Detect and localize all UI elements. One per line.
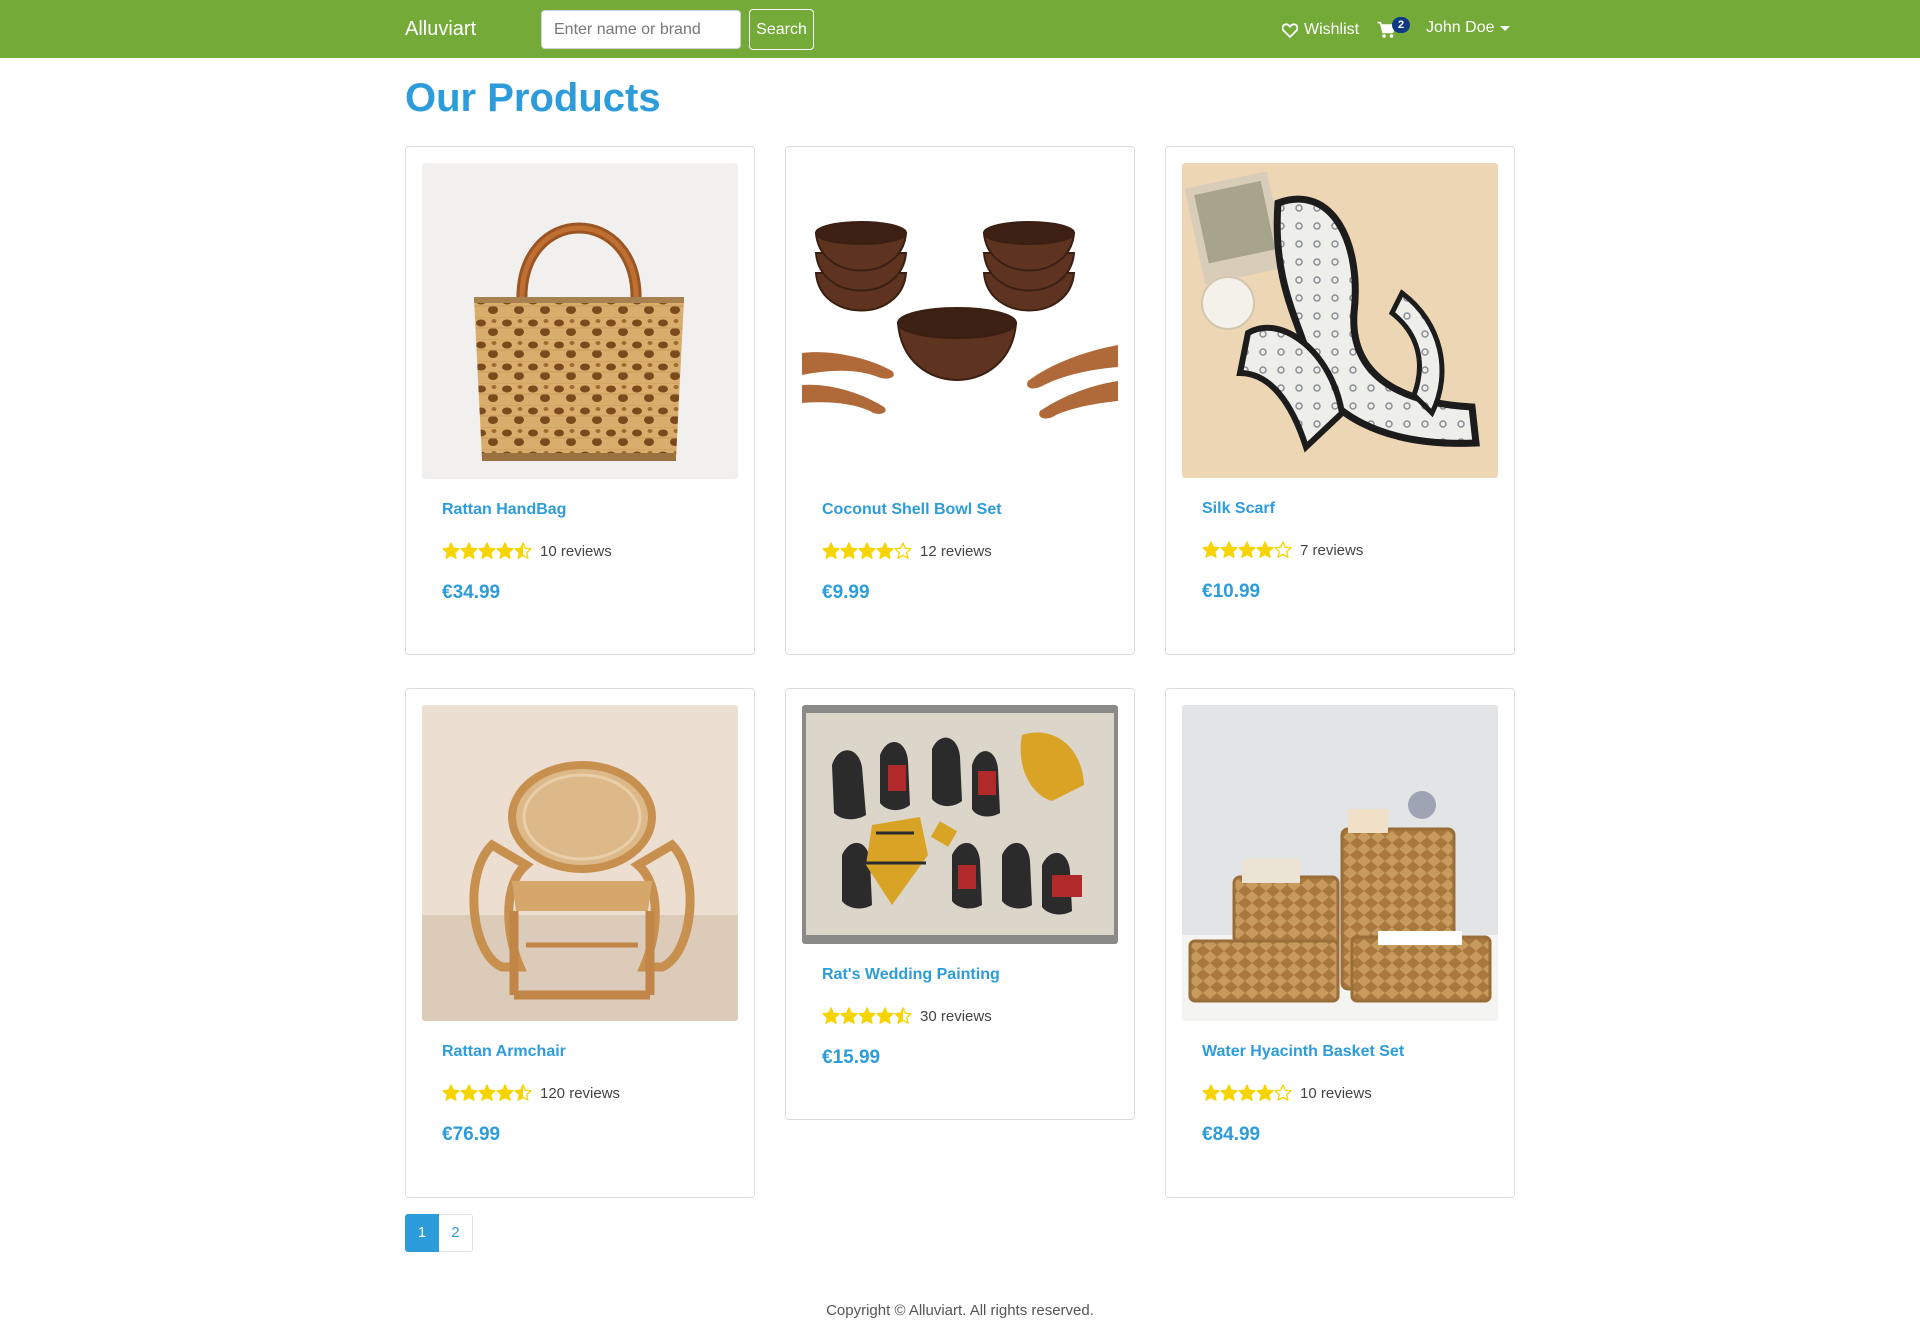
- rating-stars: [822, 1007, 912, 1025]
- product-price: €15.99: [822, 1047, 881, 1068]
- star-icon: [478, 542, 496, 559]
- star-icon: [840, 542, 858, 559]
- product-price: €76.99: [442, 1124, 501, 1145]
- page-link-2[interactable]: 2: [439, 1214, 473, 1252]
- product-price: €10.99: [1202, 581, 1261, 602]
- star-icon: [840, 1007, 858, 1024]
- star-icon: [858, 542, 876, 559]
- wishlist-label: Wishlist: [1304, 21, 1360, 38]
- product-card[interactable]: Rat's Wedding Painting 30 reviews €15.99: [785, 688, 1135, 1120]
- review-count: 12 reviews: [920, 542, 992, 560]
- footer-copyright: Copyright © Alluviart. All rights reserv…: [826, 1302, 1094, 1319]
- star-icon: [1274, 1084, 1292, 1101]
- search-button[interactable]: Search: [749, 9, 814, 50]
- heart-icon: [1282, 22, 1298, 38]
- star-icon: [1256, 1084, 1274, 1101]
- review-count: 30 reviews: [920, 1007, 992, 1025]
- star-icon: [460, 542, 478, 559]
- rating-stars: [442, 1084, 532, 1102]
- review-count: 10 reviews: [1300, 1084, 1372, 1102]
- product-card[interactable]: Silk Scarf 7 reviews €10.99: [1165, 146, 1515, 655]
- star-icon: [496, 1084, 514, 1101]
- star-icon: [894, 1007, 912, 1024]
- review-count: 10 reviews: [540, 542, 612, 560]
- product-name[interactable]: Rattan Armchair: [442, 1043, 566, 1061]
- star-icon: [496, 542, 514, 559]
- product-rating: 10 reviews: [442, 541, 612, 561]
- user-name: John Doe: [1426, 19, 1495, 36]
- product-card[interactable]: Rattan Armchair 120 reviews €76.99: [405, 688, 755, 1198]
- rating-stars: [1202, 541, 1292, 559]
- product-image[interactable]: [1182, 705, 1498, 1021]
- rating-stars: [1202, 1084, 1292, 1102]
- product-name[interactable]: Rat's Wedding Painting: [822, 966, 1000, 984]
- brand-logo[interactable]: Alluviart: [405, 18, 476, 41]
- star-icon: [460, 1084, 478, 1101]
- product-image[interactable]: [802, 705, 1118, 944]
- product-image[interactable]: [422, 163, 738, 479]
- product-rating: 30 reviews: [822, 1006, 992, 1026]
- product-rating: 12 reviews: [822, 541, 992, 561]
- product-card[interactable]: Rattan HandBag 10 reviews €34.99: [405, 146, 755, 655]
- star-icon: [1220, 1084, 1238, 1101]
- product-rating: 120 reviews: [442, 1083, 620, 1103]
- star-icon: [1202, 541, 1220, 558]
- star-icon: [1220, 541, 1238, 558]
- product-image[interactable]: [1182, 163, 1498, 478]
- star-icon: [1238, 541, 1256, 558]
- product-image[interactable]: [422, 705, 738, 1021]
- product-name[interactable]: Rattan HandBag: [442, 501, 566, 519]
- star-icon: [478, 1084, 496, 1101]
- cart-button[interactable]: 2: [1377, 17, 1413, 42]
- product-name[interactable]: Coconut Shell Bowl Set: [822, 501, 1002, 519]
- product-name[interactable]: Silk Scarf: [1202, 500, 1275, 518]
- star-icon: [822, 1007, 840, 1024]
- page-title: Our Products: [405, 76, 661, 120]
- product-price: €9.99: [822, 582, 870, 603]
- product-image[interactable]: [802, 163, 1118, 479]
- rating-stars: [822, 542, 912, 560]
- star-icon: [514, 542, 532, 559]
- search-input[interactable]: [541, 10, 741, 49]
- review-count: 7 reviews: [1300, 541, 1364, 559]
- star-icon: [442, 1084, 460, 1101]
- navbar: Alluviart Search Wishlist 2 John Doe: [0, 0, 1920, 58]
- star-icon: [442, 542, 460, 559]
- product-rating: 10 reviews: [1202, 1083, 1372, 1103]
- pagination: 1 2: [405, 1214, 473, 1252]
- product-card[interactable]: Water Hyacinth Basket Set 10 reviews €84…: [1165, 688, 1515, 1198]
- star-icon: [876, 542, 894, 559]
- star-icon: [894, 542, 912, 559]
- star-icon: [1256, 541, 1274, 558]
- review-count: 120 reviews: [540, 1084, 621, 1102]
- product-price: €34.99: [442, 582, 501, 603]
- product-rating: 7 reviews: [1202, 540, 1363, 560]
- star-icon: [1202, 1084, 1220, 1101]
- rating-stars: [442, 542, 532, 560]
- star-icon: [1274, 541, 1292, 558]
- product-price: €84.99: [1202, 1124, 1261, 1145]
- chevron-down-icon: [1499, 25, 1510, 31]
- product-card[interactable]: Coconut Shell Bowl Set 12 reviews €9.99: [785, 146, 1135, 655]
- user-menu[interactable]: John Doe: [1426, 19, 1510, 37]
- page-link-1[interactable]: 1: [405, 1214, 439, 1252]
- star-icon: [876, 1007, 894, 1024]
- star-icon: [514, 1084, 532, 1101]
- wishlist-link[interactable]: Wishlist: [1282, 19, 1359, 41]
- star-icon: [1238, 1084, 1256, 1101]
- star-icon: [858, 1007, 876, 1024]
- product-name[interactable]: Water Hyacinth Basket Set: [1202, 1043, 1404, 1061]
- cart-count-badge: 2: [1392, 17, 1410, 33]
- star-icon: [822, 542, 840, 559]
